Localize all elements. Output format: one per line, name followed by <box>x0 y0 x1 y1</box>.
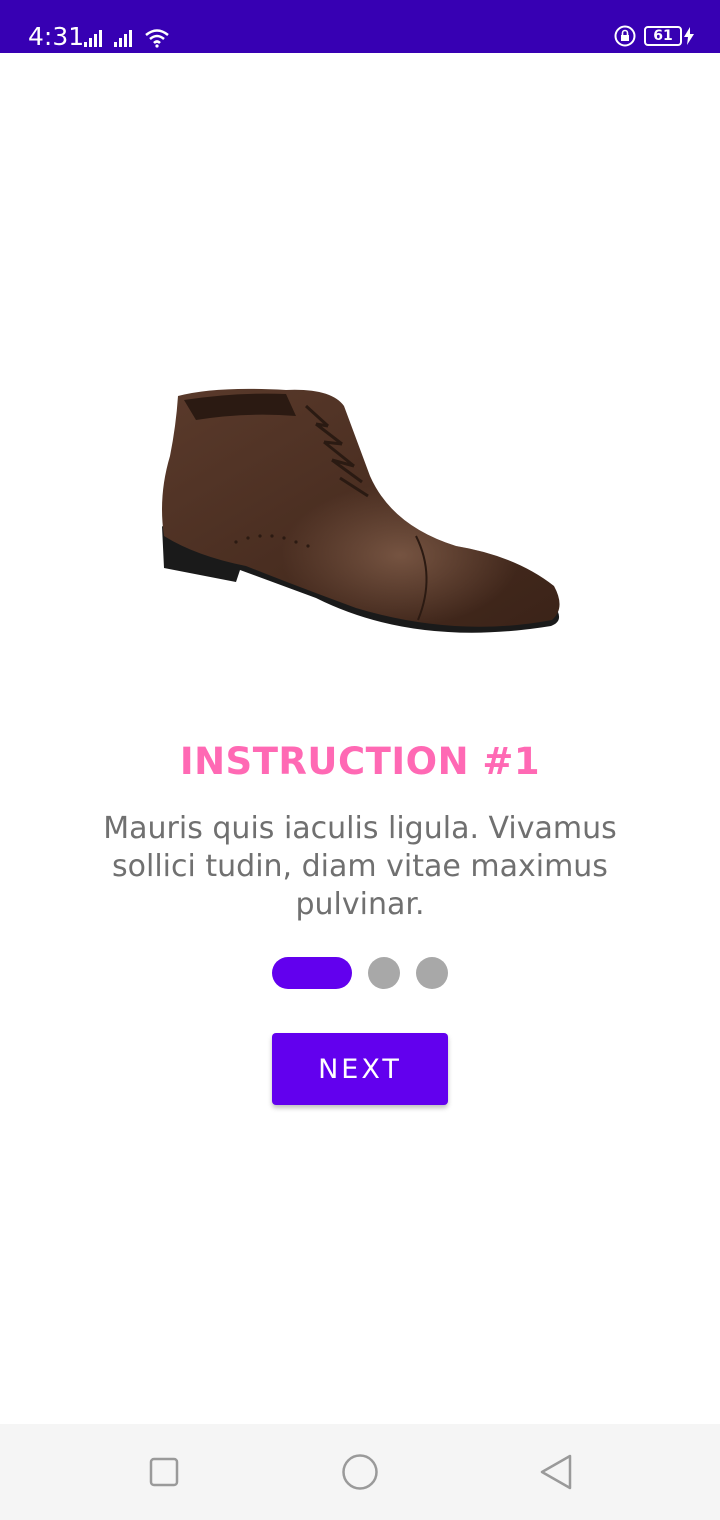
wifi-icon <box>145 29 169 48</box>
status-icons-right: 61 <box>614 25 694 47</box>
instruction-title: INSTRUCTION #1 <box>179 740 541 783</box>
status-bar: 4:31 61 <box>0 0 720 53</box>
status-icons-left <box>84 24 170 48</box>
page-indicator <box>272 957 448 989</box>
back-button[interactable] <box>536 1452 576 1492</box>
home-button[interactable] <box>340 1452 380 1492</box>
square-recents-icon <box>149 1457 179 1487</box>
instruction-description: Mauris quis iaculis ligula. Vivamus soll… <box>103 811 617 922</box>
battery-level: 61 <box>653 28 673 44</box>
battery-icon: 61 <box>644 26 682 46</box>
circle-home-icon <box>342 1454 378 1490</box>
system-nav-bar <box>0 1424 720 1520</box>
page-indicator-dot-3[interactable] <box>416 957 448 989</box>
charging-bolt-icon <box>684 27 694 45</box>
next-button[interactable]: NEXT <box>272 1033 448 1105</box>
triangle-back-icon <box>540 1454 572 1490</box>
page-indicator-dot-1-active[interactable] <box>272 957 352 989</box>
signal-icon <box>84 30 102 47</box>
recents-button[interactable] <box>144 1452 184 1492</box>
status-time: 4:31 <box>28 22 85 51</box>
page-indicator-dot-2[interactable] <box>368 957 400 989</box>
rotation-lock-icon <box>614 25 636 47</box>
signal-icon-2 <box>114 30 132 47</box>
boot-illustration <box>162 388 560 633</box>
